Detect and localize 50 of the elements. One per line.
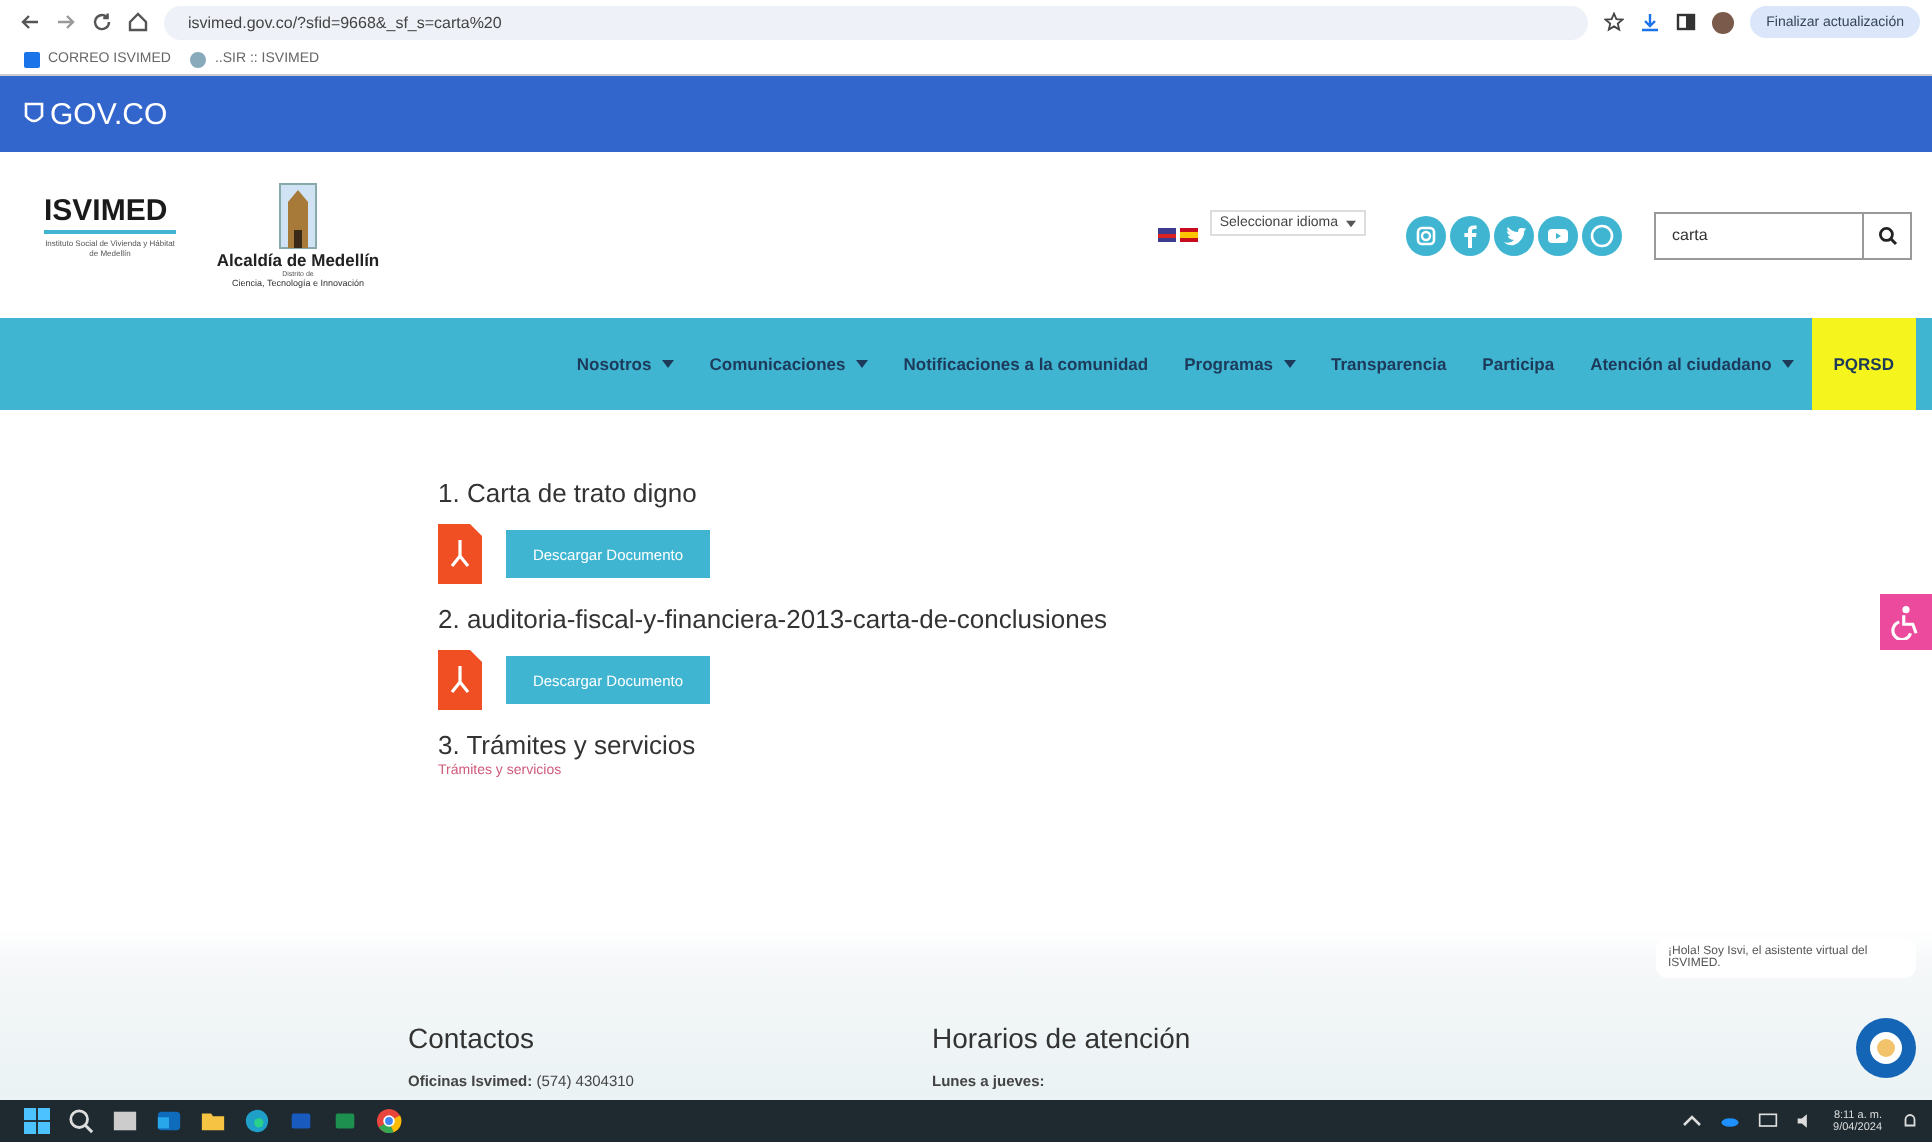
back-icon[interactable]	[20, 12, 40, 32]
result-title: 3. Trámites y servicios	[438, 730, 696, 760]
sidebar-icon[interactable]	[1676, 12, 1697, 32]
search-icon[interactable]	[68, 1108, 94, 1134]
star-icon[interactable]	[1604, 12, 1625, 32]
search-field[interactable]: carta	[1654, 211, 1864, 259]
windows-icon[interactable]	[24, 1108, 50, 1134]
footer-heading: Horarios de atención	[932, 1022, 1191, 1054]
alcaldia-name: Alcaldía de Medellín	[216, 250, 380, 270]
nav-item[interactable]: Nosotros	[558, 318, 692, 410]
chrome-icon[interactable]	[376, 1108, 402, 1134]
chevron-up-icon[interactable]	[1681, 1112, 1702, 1130]
download-icon[interactable]	[1640, 12, 1661, 32]
result-title: 2. auditoria-fiscal-y-financiera-2013-carta-de-conclusiones	[438, 604, 1108, 634]
forward-icon[interactable]	[56, 12, 76, 32]
pdf-icon	[438, 650, 482, 710]
browser-icon[interactable]	[244, 1108, 270, 1134]
tower-icon	[278, 182, 318, 250]
caret-icon	[1346, 219, 1356, 227]
address-bar[interactable]: isvimed.gov.co/?sfid=9668&_sf_s=carta%20	[164, 5, 1589, 39]
footer-heading: Contactos	[408, 1022, 537, 1054]
accessibility-button[interactable]	[1880, 594, 1932, 650]
pdf-icon	[438, 524, 482, 584]
nav-item[interactable]: Notificaciones a la comunidad	[885, 318, 1167, 410]
reload-icon[interactable]	[92, 12, 112, 32]
caret-icon	[1781, 360, 1794, 368]
result-title: 1. Carta de trato digno	[438, 478, 697, 508]
gov-brand[interactable]: GOV.CO	[50, 97, 168, 131]
bookmark-icon	[190, 51, 207, 67]
nav-item[interactable]: Programas	[1166, 318, 1314, 410]
chat-button[interactable]	[1856, 1018, 1916, 1078]
logo-title[interactable]: ISVIMED	[44, 193, 176, 233]
folder-icon[interactable]	[200, 1108, 226, 1134]
caret-icon	[661, 360, 674, 368]
search-icon	[1877, 225, 1897, 245]
nav-item[interactable]: Transparencia	[1313, 318, 1465, 410]
task-view-icon[interactable]	[112, 1108, 138, 1134]
bookmark-icon	[24, 51, 40, 67]
flags-icon[interactable]	[1157, 228, 1198, 242]
caret-icon	[855, 360, 868, 368]
nav-item[interactable]: Participa	[1464, 318, 1573, 410]
caret-icon	[1283, 360, 1296, 368]
nav-item[interactable]: Atención al ciudadano	[1572, 318, 1812, 410]
nav-item[interactable]: Comunicaciones	[691, 318, 886, 410]
profile-avatar[interactable]	[1712, 11, 1735, 33]
shield-icon	[24, 102, 44, 126]
nav-item[interactable]: PQRSD	[1811, 318, 1916, 410]
search-button[interactable]	[1864, 211, 1912, 259]
home-icon[interactable]	[128, 12, 148, 32]
wheelchair-icon	[1888, 604, 1924, 640]
